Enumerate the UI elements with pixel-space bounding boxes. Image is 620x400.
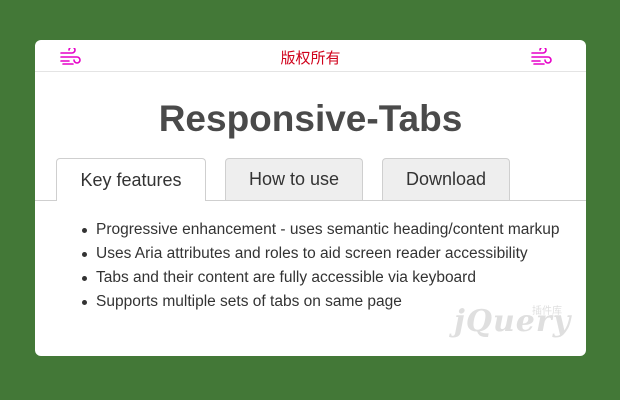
watermark-subtext: 插件库 bbox=[532, 306, 562, 317]
copyright-bar: 版权所有 bbox=[35, 40, 586, 72]
tab-how-to-use[interactable]: How to use bbox=[225, 158, 363, 200]
content-card: 版权所有 Responsive-Tabs Key features How to… bbox=[35, 40, 586, 356]
copyright-text: 版权所有 bbox=[280, 49, 341, 67]
tab-label: Download bbox=[405, 169, 487, 189]
wind-icon bbox=[531, 48, 552, 65]
tab-label: How to use bbox=[248, 169, 340, 189]
tab-download[interactable]: Download bbox=[382, 158, 510, 200]
list-item: Uses Aria attributes and roles to aid sc… bbox=[82, 242, 560, 266]
tab-key-features[interactable]: Key features bbox=[56, 158, 206, 201]
tab-label: Key features bbox=[80, 169, 182, 190]
feature-list: Progressive enhancement - uses semantic … bbox=[82, 218, 560, 314]
list-item: Tabs and their content are fully accessi… bbox=[82, 266, 560, 290]
watermark-logo: jQuery 插件库 bbox=[450, 302, 580, 347]
list-item: Progressive enhancement - uses semantic … bbox=[82, 218, 560, 242]
page-title: Responsive-Tabs bbox=[158, 98, 463, 139]
